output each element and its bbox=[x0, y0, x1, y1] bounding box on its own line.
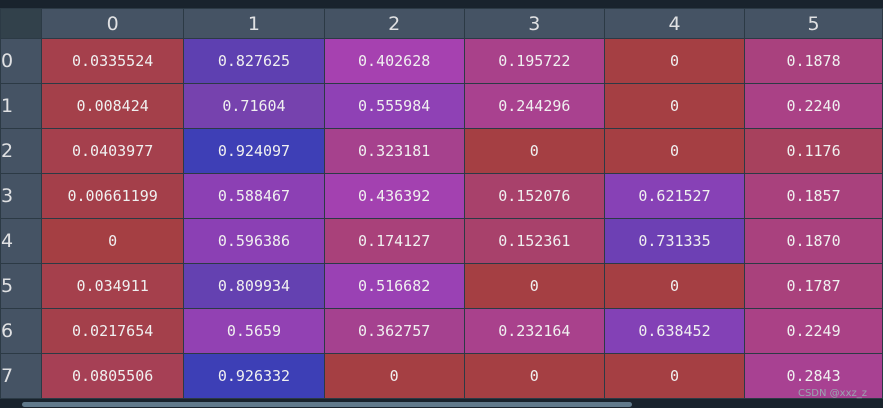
table-cell[interactable]: 0.926332 bbox=[183, 353, 325, 399]
table-cell[interactable]: 0.195722 bbox=[463, 38, 605, 84]
table-cell[interactable]: 0.1878 bbox=[744, 38, 883, 84]
table-cell[interactable]: 0.1870 bbox=[744, 218, 883, 264]
horizontal-scrollbar[interactable] bbox=[0, 400, 883, 408]
table-cell[interactable]: 0.00661199 bbox=[40, 173, 185, 219]
table-cell[interactable]: 0.638452 bbox=[603, 308, 746, 354]
table-cell[interactable]: 0.152076 bbox=[463, 173, 605, 219]
watermark: CSDN @xxz_z bbox=[797, 388, 867, 399]
table-cell[interactable]: 0.152361 bbox=[463, 218, 605, 264]
table-cell[interactable]: 0.402628 bbox=[323, 38, 465, 84]
table-cell[interactable]: 0 bbox=[603, 263, 746, 309]
data-table: 0 1 2 3 4 5 0 0.0335524 0.827625 0.402628 0.… bbox=[0, 8, 883, 399]
table-row: 2 0.0403977 0.924097 0.323181 0 0 0.1176 bbox=[0, 128, 883, 174]
table-row: 1 0.008424 0.71604 0.555984 0.244296 0 0.2240 bbox=[0, 83, 883, 129]
column-header-3[interactable]: 3 bbox=[463, 8, 605, 39]
row-header[interactable]: 7 bbox=[0, 353, 42, 399]
table-cell[interactable]: 0 bbox=[323, 353, 465, 399]
corner-header[interactable] bbox=[0, 8, 42, 39]
column-header-5[interactable]: 5 bbox=[744, 8, 883, 39]
column-header-2[interactable]: 2 bbox=[323, 8, 465, 39]
table-cell[interactable]: 0.323181 bbox=[323, 128, 465, 174]
table-cell[interactable]: 0 bbox=[463, 353, 605, 399]
row-header[interactable]: 4 bbox=[0, 218, 42, 264]
table-cell[interactable]: 0.436392 bbox=[323, 173, 465, 219]
table-cell[interactable]: 0.0403977 bbox=[40, 128, 185, 174]
row-header[interactable]: 6 bbox=[0, 308, 42, 354]
table-cell[interactable]: 0.1176 bbox=[744, 128, 883, 174]
table-cell[interactable]: 0.71604 bbox=[183, 83, 325, 129]
table-cell[interactable]: 0.232164 bbox=[463, 308, 605, 354]
table-cell[interactable]: 0.588467 bbox=[183, 173, 325, 219]
table-cell[interactable]: 0.0217654 bbox=[40, 308, 185, 354]
dataframe-viewer: 0 1 2 3 4 5 0 0.0335524 0.827625 0.402628 0.… bbox=[0, 0, 883, 408]
table-cell[interactable]: 0.827625 bbox=[183, 38, 325, 84]
table-cell[interactable]: 0.809934 bbox=[183, 263, 325, 309]
table-cell[interactable]: 0.621527 bbox=[603, 173, 746, 219]
table-cell[interactable]: 0 bbox=[603, 38, 746, 84]
table-cell[interactable]: 0.5659 bbox=[183, 308, 325, 354]
scrollbar-thumb[interactable] bbox=[22, 402, 632, 407]
table-cell[interactable]: 0 bbox=[603, 353, 746, 399]
table-row: 0 0.0335524 0.827625 0.402628 0.195722 0 0.187… bbox=[0, 38, 883, 84]
column-header-1[interactable]: 1 bbox=[183, 8, 325, 39]
table-cell[interactable]: 0.596386 bbox=[183, 218, 325, 264]
table-cell[interactable]: 0.924097 bbox=[183, 128, 325, 174]
row-header[interactable]: 2 bbox=[0, 128, 42, 174]
table-row: 4 0 0.596386 0.174127 0.152361 0.731335 0.1870 bbox=[0, 218, 883, 264]
table-row: 5 0.034911 0.809934 0.516682 0 0 0.1787 bbox=[0, 263, 883, 309]
row-header[interactable]: 5 bbox=[0, 263, 42, 309]
table-cell[interactable]: 0 bbox=[463, 128, 605, 174]
table-cell[interactable]: 0.0805506 bbox=[40, 353, 185, 399]
table-cell[interactable]: 0 bbox=[463, 263, 605, 309]
table-cell[interactable]: 0 bbox=[603, 83, 746, 129]
table-row: 3 0.00661199 0.588467 0.436392 0.152076 0.621… bbox=[0, 173, 883, 219]
table-cell[interactable]: 0.0335524 bbox=[40, 38, 185, 84]
table-cell[interactable]: 0.555984 bbox=[323, 83, 465, 129]
row-header[interactable]: 1 bbox=[0, 83, 42, 129]
table-row: 7 0.0805506 0.926332 0 0 0 0.2843 bbox=[0, 353, 883, 399]
column-header-4[interactable]: 4 bbox=[603, 8, 746, 39]
row-header[interactable]: 3 bbox=[0, 173, 42, 219]
table-cell[interactable]: 0.008424 bbox=[40, 83, 185, 129]
table-cell[interactable]: 0.2249 bbox=[744, 308, 883, 354]
table-cell[interactable]: 0.731335 bbox=[603, 218, 746, 264]
table-cell[interactable]: 0 bbox=[40, 218, 185, 264]
table-cell[interactable]: 0.034911 bbox=[40, 263, 185, 309]
table-cell[interactable]: 0.1857 bbox=[744, 173, 883, 219]
table-cell[interactable]: 0.516682 bbox=[323, 263, 465, 309]
table-row: 6 0.0217654 0.5659 0.362757 0.232164 0.638452… bbox=[0, 308, 883, 354]
table-cell[interactable]: 0.174127 bbox=[323, 218, 465, 264]
column-header-0[interactable]: 0 bbox=[40, 8, 185, 39]
table-cell[interactable]: 0.244296 bbox=[463, 83, 605, 129]
table-cell[interactable]: 0.362757 bbox=[323, 308, 465, 354]
row-header[interactable]: 0 bbox=[0, 38, 42, 84]
table-cell[interactable]: 0.1787 bbox=[744, 263, 883, 309]
column-header-row: 0 1 2 3 4 5 bbox=[0, 8, 883, 39]
table-cell[interactable]: 0.2240 bbox=[744, 83, 883, 129]
table-cell[interactable]: 0 bbox=[603, 128, 746, 174]
